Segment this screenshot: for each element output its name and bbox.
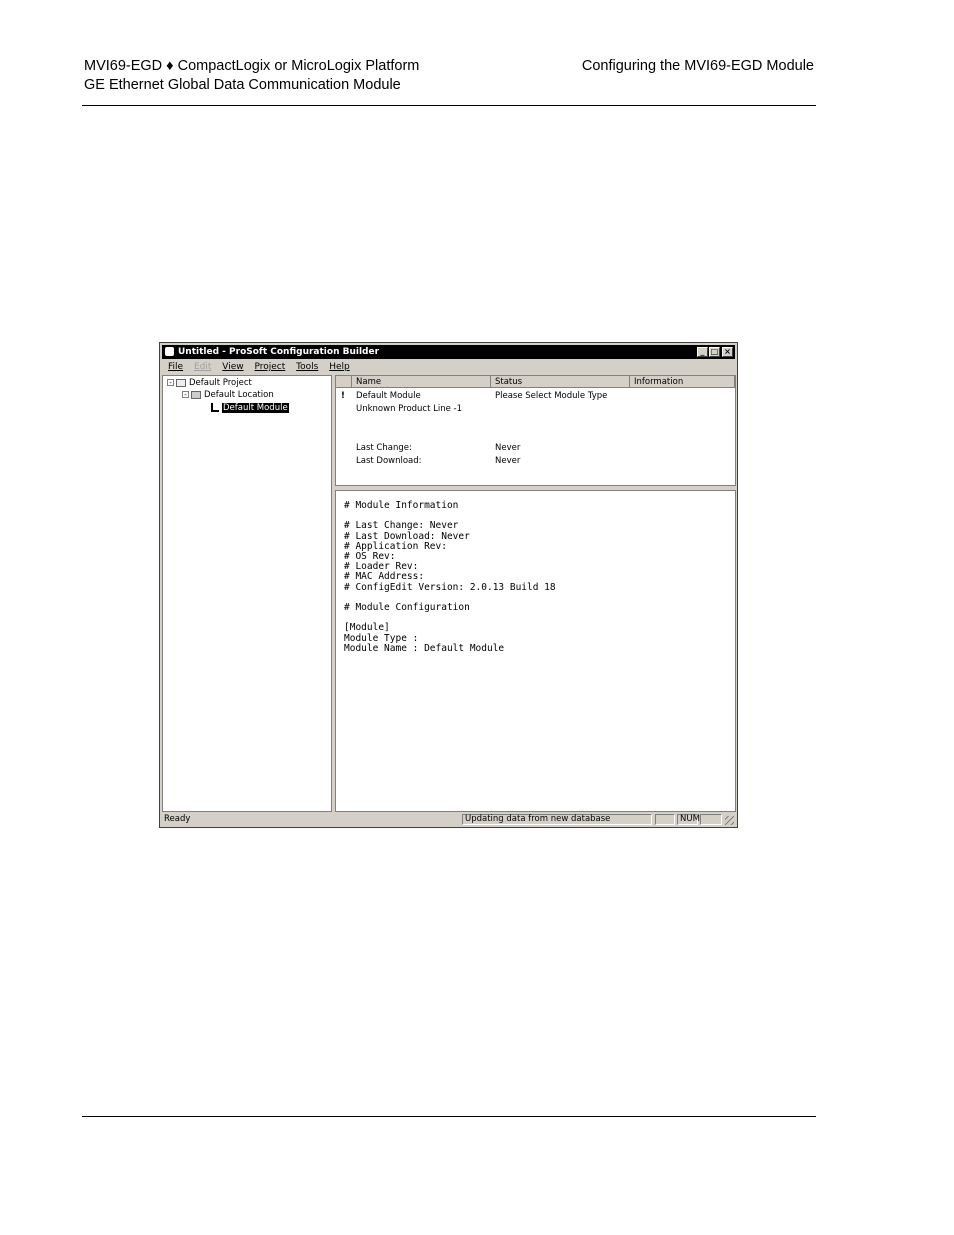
column-header-name[interactable]: Name [352, 376, 491, 388]
tree-item-location-label: Default Location [204, 390, 274, 400]
status-indicator-blank [700, 814, 722, 825]
header-rule [82, 105, 816, 106]
folder-icon [176, 378, 186, 387]
tree-item-module-label: Default Module [222, 403, 289, 413]
row-status: Never [495, 456, 521, 466]
footer-rule [82, 1116, 816, 1117]
app-icon [165, 347, 174, 356]
menu-help[interactable]: Help [329, 362, 350, 372]
row-name: Last Download: [356, 456, 422, 466]
row-name: Default Module [356, 391, 421, 401]
app-window: Untitled - ProSoft Configuration Builder… [159, 342, 738, 828]
resize-grip[interactable] [725, 816, 734, 825]
tree-item-project-label: Default Project [189, 378, 252, 388]
chassis-icon [191, 390, 201, 399]
column-header-status[interactable]: Status [491, 376, 630, 388]
status-num: NUM [677, 814, 700, 825]
tree-item-module[interactable]: Default Module [211, 403, 289, 414]
minimize-button[interactable]: _ [697, 347, 708, 357]
menu-tools[interactable]: Tools [296, 362, 318, 372]
tree-item-location[interactable]: - Default Location [182, 390, 274, 401]
status-ready: Ready [164, 814, 191, 824]
header-product-line: MVI69-EGD ♦ CompactLogix or MicroLogix P… [84, 58, 420, 74]
module-summary-pane: Name Status Information ! Default Module… [335, 375, 736, 486]
menu-bar: File Edit View Project Tools Help [162, 360, 735, 374]
tree-item-project[interactable]: - Default Project [167, 378, 252, 389]
menu-file[interactable]: File [168, 362, 183, 372]
status-indicator-blank [655, 814, 675, 825]
header-module-description: GE Ethernet Global Data Communication Mo… [84, 77, 401, 93]
status-message: Updating data from new database [462, 814, 652, 825]
menu-edit[interactable]: Edit [194, 362, 211, 372]
config-text: # Module Information # Last Change: Neve… [344, 500, 556, 654]
window-title: Untitled - ProSoft Configuration Builder [178, 347, 380, 357]
menu-view[interactable]: View [222, 362, 243, 372]
config-text-pane[interactable]: # Module Information # Last Change: Neve… [335, 490, 736, 812]
page-header-left: MVI69-EGD ♦ CompactLogix or MicroLogix P… [84, 57, 419, 95]
menu-project[interactable]: Project [254, 362, 285, 372]
row-name: Unknown Product Line -1 [356, 404, 463, 414]
column-header-information[interactable]: Information [630, 376, 735, 388]
project-tree: - Default Project - Default Location Defau… [162, 375, 332, 812]
page-header-right: Configuring the MVI69-EGD Module [581, 58, 814, 74]
row-status: Please Select Module Type [495, 391, 608, 401]
title-bar: Untitled - ProSoft Configuration Builder… [162, 345, 735, 359]
close-button[interactable]: × [722, 347, 733, 357]
row-status: Never [495, 443, 521, 453]
collapse-icon[interactable]: - [167, 379, 174, 387]
column-header-blank [336, 376, 352, 388]
collapse-icon[interactable]: - [182, 391, 189, 399]
warning-icon: ! [341, 391, 345, 401]
status-bar: Ready Updating data from new database NU… [162, 813, 735, 826]
maximize-button[interactable]: □ [709, 347, 720, 357]
row-name: Last Change: [356, 443, 412, 453]
module-icon [211, 403, 219, 412]
